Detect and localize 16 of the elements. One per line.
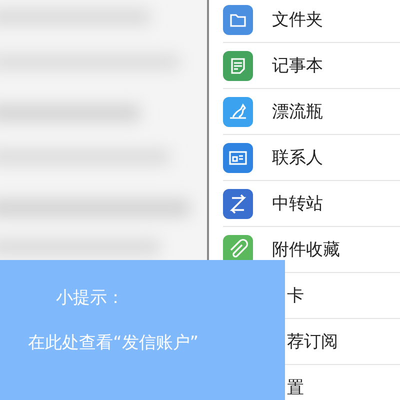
menu-item[interactable]: 置 [287, 376, 304, 399]
menu-item[interactable]: 中转站 [272, 192, 323, 215]
note-icon[interactable] [223, 50, 253, 80]
tip-text: 在此处查看“发信账户” [28, 332, 199, 354]
menu-item[interactable]: 荐订阅 [287, 330, 338, 353]
folder-icon[interactable] [223, 4, 253, 34]
tip-title: 小提示： [56, 287, 124, 309]
menu-item[interactable]: 漂流瓶 [272, 100, 323, 123]
menu-item[interactable]: 文件夹 [272, 8, 323, 31]
bird-icon[interactable] [223, 96, 253, 126]
menu-item[interactable]: 卡 [287, 284, 304, 307]
menu-item[interactable]: 附件收藏 [272, 238, 340, 261]
contact-card-icon[interactable] [223, 142, 253, 172]
transfer-icon[interactable] [223, 188, 253, 218]
menu-item[interactable]: 联系人 [272, 146, 323, 169]
menu-item[interactable]: 记事本 [272, 54, 323, 77]
